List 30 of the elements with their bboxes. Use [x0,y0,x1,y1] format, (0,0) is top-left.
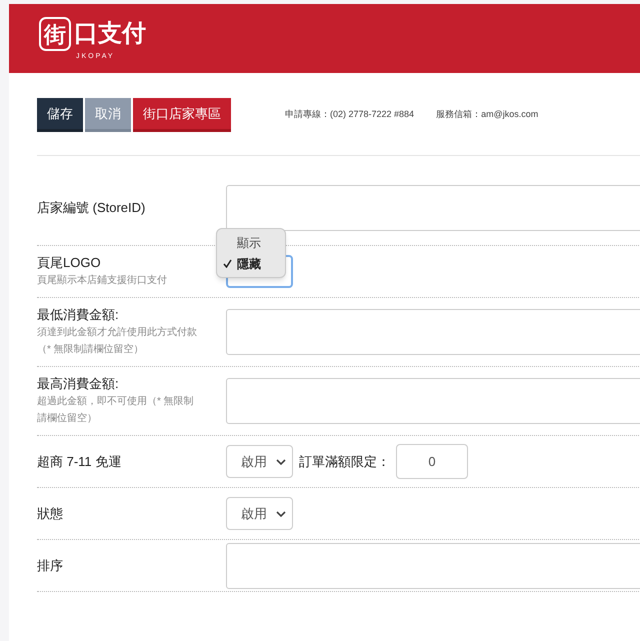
chevron-icon [276,458,286,464]
hint-text: 頁尾顯示本店鋪支援街口支付 [37,274,168,288]
field-label: 訂單滿額限定： [299,452,390,471]
field-label: 頁尾LOGO [37,254,102,272]
menu-item[interactable]: 隱藏 [217,253,285,274]
text-field[interactable] [226,309,640,355]
field-label: 最高消費金額: [37,375,120,393]
field-label: 超商 7-11 免運 [37,452,122,470]
store-area-button[interactable]: 街口店家專區 [133,98,231,132]
amount-field[interactable]: 0 [396,444,468,479]
text-field[interactable] [226,378,640,424]
hint-text: 超過此金額，即不可使用（* 無限制請欄位留空） [37,394,195,426]
check-icon [223,259,232,268]
logo-mark: 街 [39,17,71,51]
menu-item[interactable]: 顯示 [217,232,285,253]
select-field[interactable]: 啟用 [226,445,293,478]
field-label: 店家編號 (StoreID) [37,198,146,216]
chevron-icon [276,510,286,516]
hint-text: 須達到此金額才允許使用此方式付款 [37,326,198,340]
text-field[interactable] [226,184,640,230]
contact-phone: 申請專線：(02) 2778-7222 #884 [285,108,414,122]
select-field[interactable]: 啟用 [226,497,293,530]
logo-text: 口支付 [74,19,146,49]
field-label: 狀態 [37,504,64,522]
save-button[interactable]: 儲存 [37,98,83,132]
text-field[interactable] [226,542,640,588]
contact-email: 服務信箱：am@jkos.com [436,108,538,122]
field-label: 排序 [37,556,64,574]
hint-text: （* 無限制請欄位留空） [37,342,145,357]
field-label: 最低消費金額: [37,306,120,324]
